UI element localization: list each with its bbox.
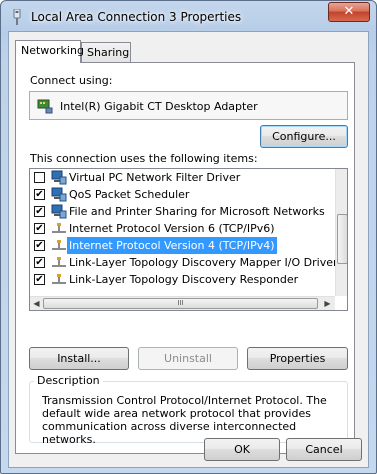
configure-button[interactable]: Configure... xyxy=(260,125,348,148)
close-button[interactable]: ✕ xyxy=(328,2,370,22)
description-title: Description xyxy=(34,374,103,387)
network-service-icon xyxy=(51,204,67,219)
item-checkbox[interactable] xyxy=(34,172,45,183)
vertical-scrollbar[interactable] xyxy=(335,169,347,296)
list-item[interactable]: ✔ Internet Protocol Version 6 (TCP/IPv6) xyxy=(30,220,335,237)
tab-networking-label: Networking xyxy=(21,44,84,57)
list-item[interactable]: ✔ QoS Packet Scheduler xyxy=(30,186,335,203)
item-checkbox[interactable]: ✔ xyxy=(34,189,45,200)
horizontal-scroll-thumb[interactable]: III xyxy=(43,298,318,309)
connect-using-label: Connect using: xyxy=(30,74,113,87)
list-item[interactable]: ✔ File and Printer Sharing for Microsoft… xyxy=(30,203,335,220)
item-label: Virtual PC Network Filter Driver xyxy=(69,171,241,184)
dialog-client: Networking Sharing Connect using: Intel(… xyxy=(8,31,369,468)
item-checkbox[interactable]: ✔ xyxy=(34,240,45,251)
horizontal-scrollbar[interactable]: ◀ III ▶ xyxy=(30,296,335,310)
item-checkbox[interactable]: ✔ xyxy=(34,206,45,217)
cancel-button[interactable]: Cancel xyxy=(286,438,362,461)
scroll-right-arrow-icon[interactable]: ▶ xyxy=(321,299,334,308)
list-item[interactable]: ✔ Link-Layer Topology Discovery Responde… xyxy=(30,271,335,288)
item-label: QoS Packet Scheduler xyxy=(69,188,190,201)
list-item[interactable]: Virtual PC Network Filter Driver xyxy=(30,169,335,186)
network-service-icon xyxy=(51,187,67,202)
components-list[interactable]: Virtual PC Network Filter Driver ✔ QoS P… xyxy=(29,168,348,311)
item-label: Link-Layer Topology Discovery Mapper I/O… xyxy=(69,256,338,269)
protocol-icon xyxy=(52,257,66,267)
item-label: Internet Protocol Version 4 (TCP/IPv4) xyxy=(67,237,277,254)
tab-networking[interactable]: Networking xyxy=(15,40,84,63)
item-checkbox[interactable]: ✔ xyxy=(34,223,45,234)
adapter-name: Intel(R) Gigabit CT Desktop Adapter xyxy=(60,100,258,113)
install-button[interactable]: Install... xyxy=(29,347,129,370)
list-item[interactable]: ✔ Link-Layer Topology Discovery Mapper I… xyxy=(30,254,338,271)
network-adapter-icon xyxy=(37,99,53,114)
tab-sharing-label: Sharing xyxy=(87,46,130,59)
uninstall-button[interactable]: Uninstall xyxy=(138,347,238,370)
item-checkbox[interactable]: ✔ xyxy=(34,274,45,285)
item-label: Internet Protocol Version 6 (TCP/IPv6) xyxy=(69,222,275,235)
properties-window: Local Area Connection 3 Properties ✕ Net… xyxy=(0,0,377,474)
items-label: This connection uses the following items… xyxy=(30,152,258,165)
network-connection-icon xyxy=(13,9,21,25)
scroll-left-arrow-icon[interactable]: ◀ xyxy=(30,299,43,308)
title-bar[interactable]: Local Area Connection 3 Properties ✕ xyxy=(1,1,376,31)
adapter-field: Intel(R) Gigabit CT Desktop Adapter xyxy=(29,91,348,120)
list-item-selected[interactable]: ✔ Internet Protocol Version 4 (TCP/IPv4) xyxy=(30,237,335,254)
description-group: Description Transmission Control Protoco… xyxy=(29,374,348,446)
ok-button[interactable]: OK xyxy=(204,438,280,461)
item-checkbox[interactable]: ✔ xyxy=(34,257,45,268)
item-label: Link-Layer Topology Discovery Responder xyxy=(69,273,299,286)
properties-button[interactable]: Properties xyxy=(247,347,348,370)
tab-sharing[interactable]: Sharing xyxy=(81,42,131,63)
item-label: File and Printer Sharing for Microsoft N… xyxy=(69,205,325,218)
vertical-scroll-thumb[interactable] xyxy=(337,214,347,264)
protocol-icon xyxy=(52,240,66,250)
window-title: Local Area Connection 3 Properties xyxy=(31,10,242,24)
protocol-icon xyxy=(52,223,66,233)
network-client-icon xyxy=(51,170,67,185)
protocol-icon xyxy=(52,274,66,284)
networking-panel: Connect using: Intel(R) Gigabit CT Deskt… xyxy=(15,62,355,454)
